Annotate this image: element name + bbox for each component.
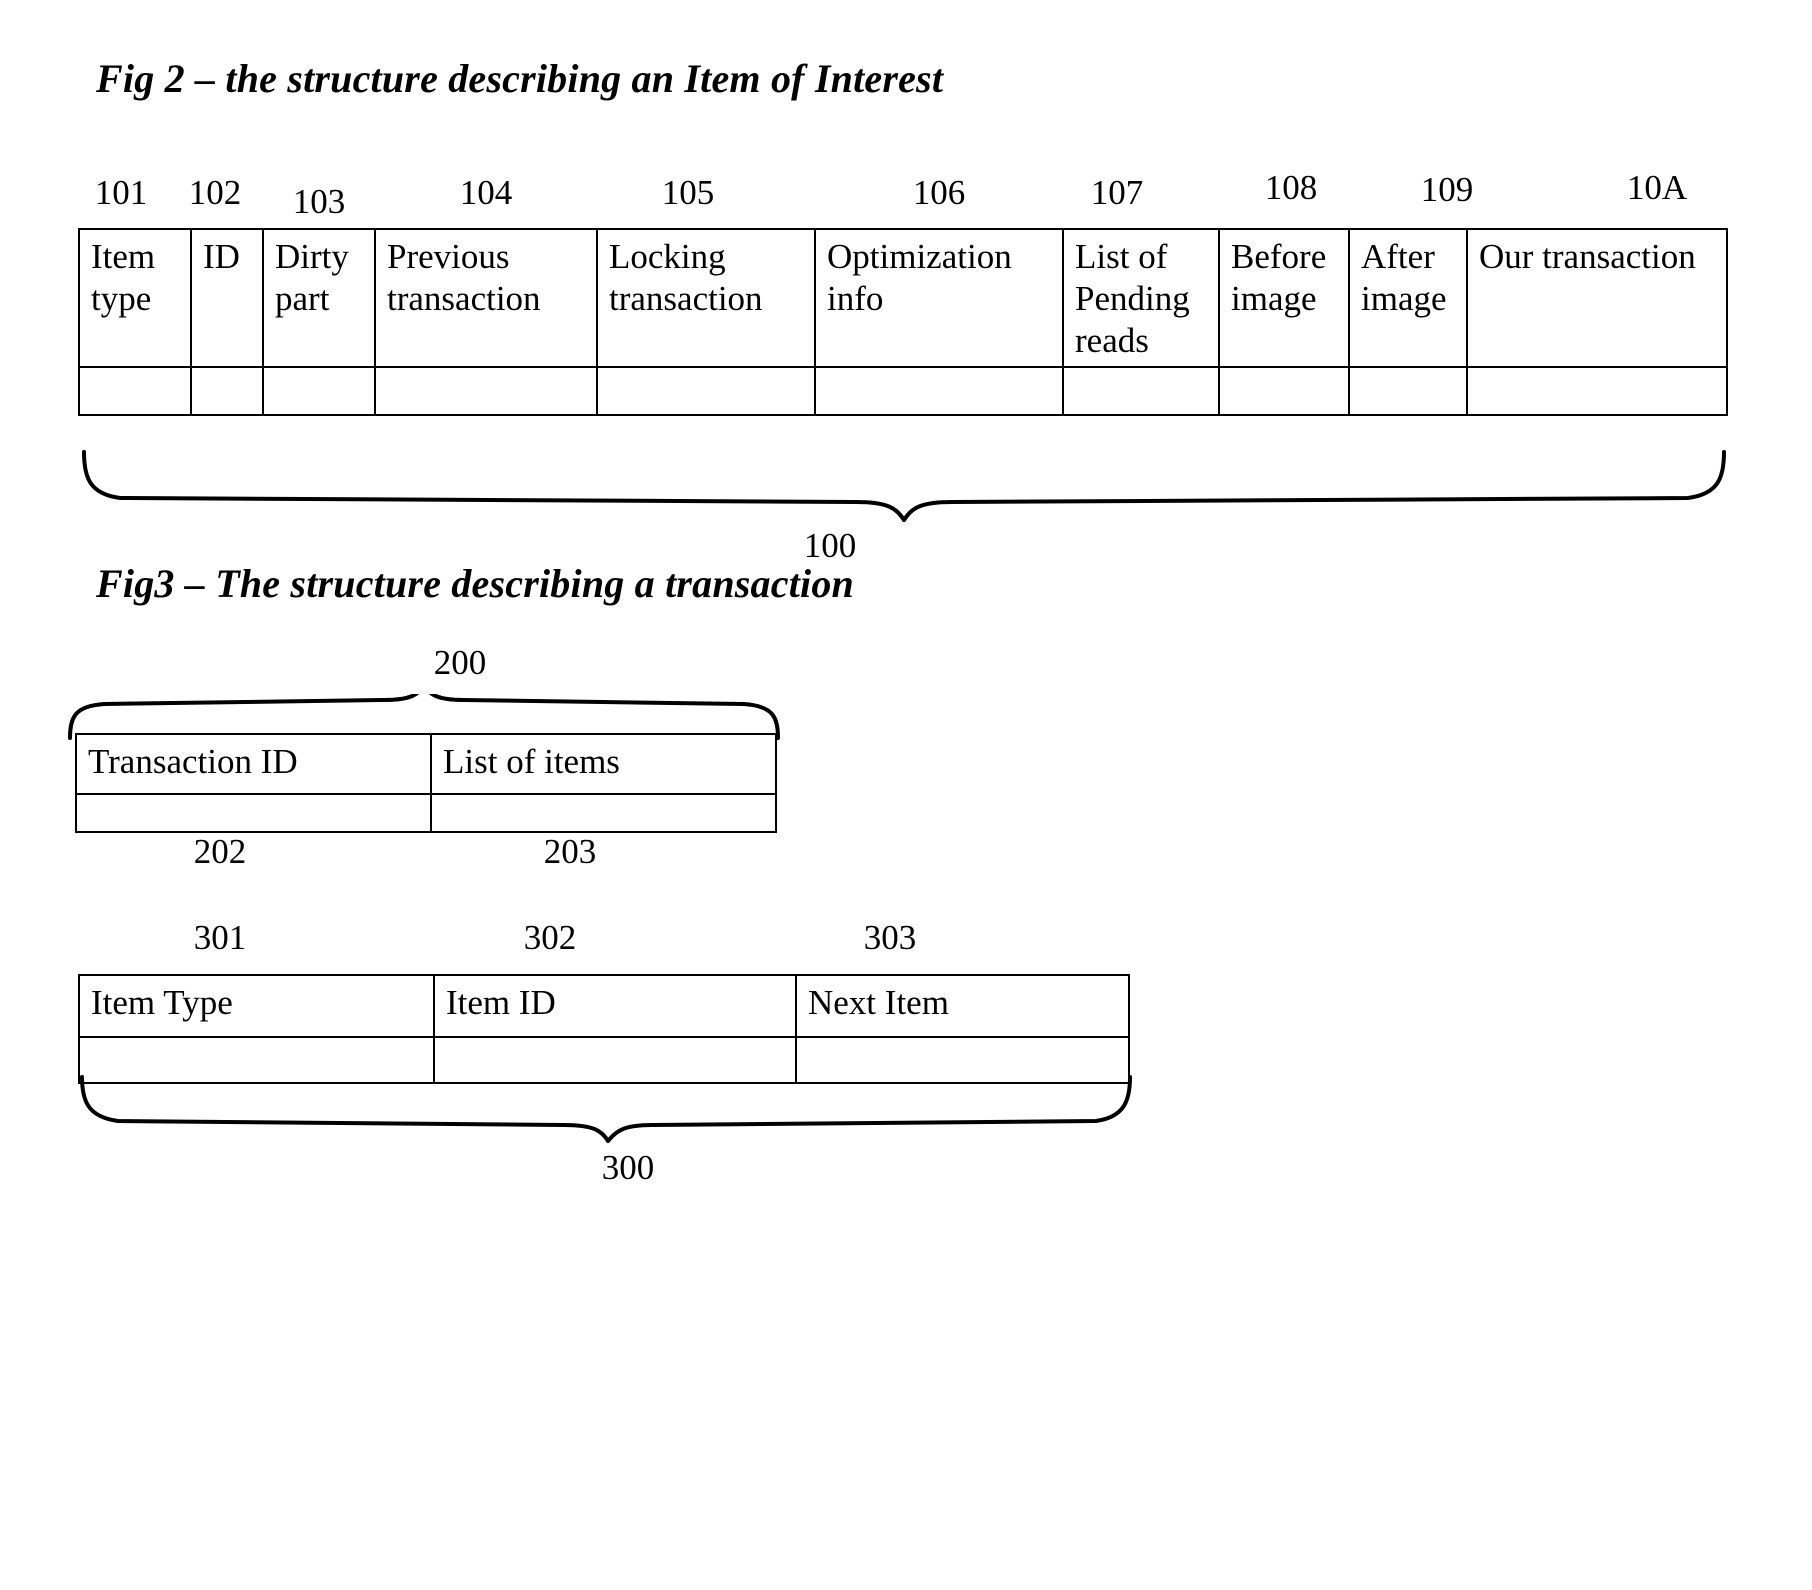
- cell-transaction-id: Transaction ID: [75, 733, 432, 795]
- ref-numeral-108: 108: [1264, 168, 1318, 207]
- ref-numeral-106: 106: [912, 173, 966, 212]
- ref-numeral-101: 101: [94, 173, 148, 212]
- table-row-values: [78, 366, 1728, 416]
- ref-numeral-104: 104: [459, 173, 513, 212]
- cell-id: ID: [190, 228, 264, 368]
- item-of-interest-table: Item type ID Dirty part Previous transac…: [78, 228, 1728, 416]
- value-id: [190, 366, 264, 416]
- patent-figure-page: Fig 2 – the structure describing an Item…: [0, 0, 1812, 1590]
- table-row-headers: Item Type Item ID Next Item: [78, 974, 1130, 1038]
- ref-numeral-302: 302: [523, 918, 577, 957]
- cell-previous-transaction: Previous transaction: [374, 228, 598, 368]
- cell-dirty-part: Dirty part: [262, 228, 376, 368]
- cell-next-item: Next Item: [795, 974, 1130, 1038]
- brace-300: [80, 1075, 1132, 1143]
- ref-numeral-103: 103: [292, 182, 346, 221]
- value-locking-transaction: [596, 366, 816, 416]
- value-our-transaction: [1466, 366, 1728, 416]
- cell-locking-transaction: Locking transaction: [596, 228, 816, 368]
- ref-numeral-301: 301: [193, 918, 247, 957]
- value-previous-transaction: [374, 366, 598, 416]
- scan-artifact-gap: [179, 814, 287, 820]
- ref-numeral-100: 100: [803, 526, 857, 565]
- ref-numeral-102: 102: [188, 173, 242, 212]
- value-after-image: [1348, 366, 1468, 416]
- fig3-title: Fig3 – The structure describing a transa…: [96, 561, 854, 606]
- value-transaction-id: [75, 793, 432, 833]
- value-optimization-info: [814, 366, 1064, 416]
- cell-our-transaction: Our transaction: [1466, 228, 1728, 368]
- cell-optimization-info: Optimization info: [814, 228, 1064, 368]
- value-item-type: [78, 1036, 435, 1084]
- cell-item-type: Item Type: [78, 974, 435, 1038]
- ref-numeral-107: 107: [1090, 173, 1144, 212]
- ref-numeral-200: 200: [433, 643, 487, 682]
- cell-list-of-items: List of items: [430, 733, 777, 795]
- cell-item-type: Item type: [78, 228, 192, 368]
- cell-after-image: After image: [1348, 228, 1468, 368]
- cell-item-id: Item ID: [433, 974, 797, 1038]
- ref-numeral-303: 303: [863, 918, 917, 957]
- fig2-title: Fig 2 – the structure describing an Item…: [96, 56, 944, 101]
- value-next-item: [795, 1036, 1130, 1084]
- ref-numeral-203: 203: [543, 832, 597, 871]
- ref-numeral-10A: 10A: [1626, 168, 1688, 207]
- cell-before-image: Before image: [1218, 228, 1350, 368]
- table-row-headers: Item type ID Dirty part Previous transac…: [78, 228, 1728, 368]
- value-list-of-pending-reads: [1062, 366, 1220, 416]
- table-row-values: [78, 1036, 1130, 1084]
- table-row-values: [75, 793, 777, 833]
- table-row-headers: Transaction ID List of items: [75, 733, 777, 795]
- value-item-id: [433, 1036, 797, 1084]
- value-before-image: [1218, 366, 1350, 416]
- ref-numeral-109: 109: [1420, 170, 1474, 209]
- item-structure-table: Item Type Item ID Next Item: [78, 974, 1130, 1084]
- value-list-of-items: [430, 793, 777, 833]
- brace-100: [82, 450, 1726, 522]
- value-dirty-part: [262, 366, 376, 416]
- value-item-type: [78, 366, 192, 416]
- ref-numeral-105: 105: [661, 173, 715, 212]
- cell-list-of-pending-reads: List of Pending reads: [1062, 228, 1220, 368]
- ref-numeral-202: 202: [193, 832, 247, 871]
- ref-numeral-300: 300: [601, 1148, 655, 1187]
